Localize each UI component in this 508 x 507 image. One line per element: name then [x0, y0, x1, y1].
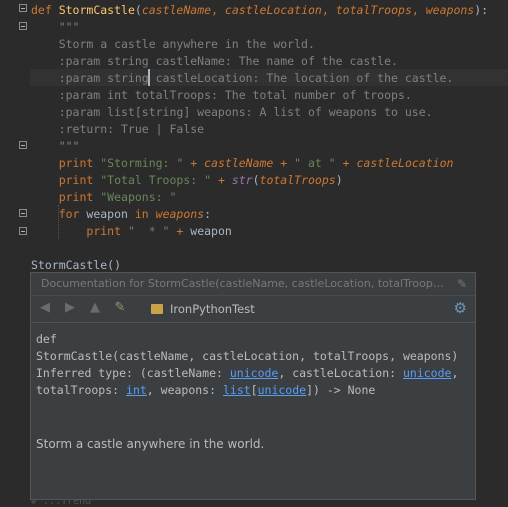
code-token: print [58, 190, 101, 204]
code-token: totalTroops [259, 173, 336, 187]
type-link-unicode[interactable]: unicode [230, 366, 278, 380]
code-line[interactable]: :param string castleName: The name of th… [31, 53, 398, 70]
doc-description: Storm a castle anywhere in the world. [36, 437, 265, 451]
code-token: : [204, 207, 212, 221]
code-token: ( [252, 173, 260, 187]
type-link-list[interactable]: list [223, 383, 251, 397]
code-token: castleName [204, 156, 274, 170]
code-token: "Storming: " [100, 156, 191, 170]
forward-icon[interactable]: ▶ [62, 300, 78, 316]
code-token: str [231, 173, 253, 187]
code-token: :return: True | False [31, 122, 205, 136]
back-icon[interactable]: ◀ [37, 300, 53, 316]
code-token: totalTroops [335, 3, 412, 17]
code-token: ) [335, 173, 343, 187]
code-token: Storm a castle anywhere in the world. [31, 37, 315, 51]
fold-icon[interactable] [19, 141, 27, 149]
code-line[interactable]: """ [31, 138, 80, 155]
inferred-type-line-2: totalTroops: int, weapons: list[unicode]… [36, 383, 376, 397]
indent-guide [58, 205, 60, 239]
type-link-unicode[interactable]: unicode [258, 383, 306, 397]
type-link-unicode[interactable]: unicode [403, 366, 451, 380]
code-token: , [321, 3, 336, 17]
editor-gutter [0, 0, 30, 506]
popup-toolbar: ◀ ▶ ▲ ✎ IronPythonTest ⚙ [31, 296, 475, 323]
code-line[interactable]: :param string castleLocation: The locati… [31, 70, 454, 87]
code-token: + [217, 173, 232, 187]
type-link-int[interactable]: int [126, 383, 147, 397]
popup-title: Documentation for StormCastle(castleName… [41, 277, 449, 290]
code-line[interactable]: print " * " + weapon [31, 223, 232, 240]
code-line[interactable]: :param list[string] weapons: A list of w… [31, 104, 433, 121]
fold-icon[interactable] [19, 227, 27, 235]
code-token: "Weapons: " [100, 190, 177, 204]
popup-body: def StormCastle(castleName, castleLocati… [31, 323, 475, 451]
text-caret [148, 69, 150, 86]
code-token: """ [31, 139, 80, 153]
up-icon[interactable]: ▲ [87, 300, 103, 316]
project-name: IronPythonTest [170, 302, 255, 316]
code-token: weapon [86, 207, 135, 221]
code-token: castleLocation [224, 3, 322, 17]
code-line[interactable]: def StormCastle(castleName, castleLocati… [31, 2, 488, 19]
code-token: , [411, 3, 426, 17]
code-token: weapon [190, 224, 232, 238]
code-token: weapons [155, 207, 205, 221]
code-token: def [31, 3, 59, 17]
code-token: """ [31, 20, 80, 34]
code-token: ( [134, 3, 142, 17]
project-link[interactable]: IronPythonTest [151, 300, 255, 318]
documentation-popup: Documentation for StormCastle(castleName… [30, 272, 476, 500]
code-token: :param string castleLocation: The locati… [31, 71, 454, 85]
fold-icon[interactable] [19, 4, 27, 12]
code-token: + [342, 156, 357, 170]
code-line[interactable]: Storm a castle anywhere in the world. [31, 36, 315, 53]
project-icon [151, 304, 163, 314]
inferred-type-line: Inferred type: (castleName: unicode, cas… [36, 366, 459, 380]
code-token: + [190, 156, 205, 170]
code-token: :param int totalTroops: The total number… [31, 88, 412, 102]
signature-line: StormCastle(castleName, castleLocation, … [36, 349, 459, 363]
code-line[interactable]: :return: True | False [31, 121, 204, 138]
code-token: " at " [294, 156, 343, 170]
gear-icon[interactable]: ⚙ [454, 299, 467, 317]
code-token: print [58, 173, 101, 187]
code-token: for [58, 207, 87, 221]
fold-icon[interactable] [19, 209, 27, 217]
code-token: weapons [425, 3, 475, 17]
code-token: + [176, 224, 191, 238]
code-token: StormCastle [58, 3, 135, 17]
code-line[interactable]: print "Storming: " + castleName + " at "… [31, 155, 454, 172]
code-token: StormCastle() [31, 258, 122, 272]
code-line[interactable]: """ [31, 19, 80, 36]
code-line[interactable]: print "Weapons: " [31, 189, 177, 206]
code-token: ): [474, 3, 489, 17]
code-token: castleName [141, 3, 212, 17]
popup-title-bar[interactable]: Documentation for StormCastle(castleName… [31, 273, 475, 296]
code-token: :param string castleName: The name of th… [31, 54, 398, 68]
code-token: :param list[string] weapons: A list of w… [31, 105, 433, 119]
code-line[interactable]: print "Total Troops: " + str(totalTroops… [31, 172, 343, 189]
code-token: , [211, 3, 225, 17]
fold-icon[interactable] [19, 22, 27, 30]
signature-def: def [36, 332, 57, 346]
code-token: in [134, 207, 156, 221]
code-token: print [58, 156, 101, 170]
code-line[interactable]: :param int totalTroops: The total number… [31, 87, 412, 104]
code-token: castleLocation [356, 156, 454, 170]
code-token: " * " [127, 224, 177, 238]
code-token: print [86, 224, 128, 238]
pin-icon[interactable]: ✎ [457, 273, 467, 295]
code-token: "Total Troops: " [100, 173, 218, 187]
edit-source-icon[interactable]: ✎ [112, 300, 128, 316]
code-token: + [273, 156, 295, 170]
